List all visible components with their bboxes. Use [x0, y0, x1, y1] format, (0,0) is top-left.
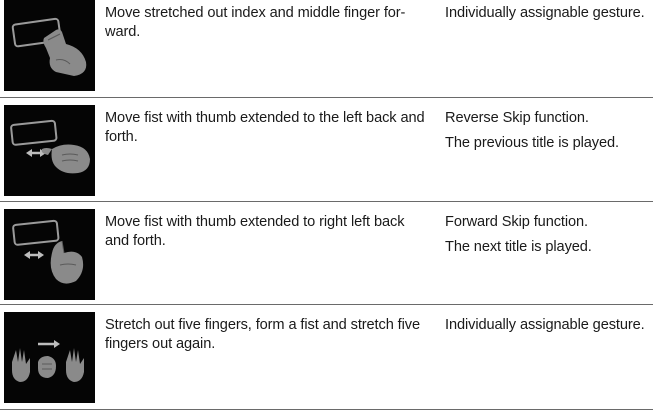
function-line: Individually assignable gesture. — [445, 317, 645, 333]
row-divider — [0, 97, 653, 98]
description-line: Move fist with thumb extended to the lef… — [105, 110, 425, 126]
gesture-description: Move fist with thumb extended to right l… — [105, 213, 433, 251]
function-line: The next title is played. — [445, 239, 592, 255]
table-row: Move fist with thumb extended to the lef… — [0, 105, 653, 199]
row-divider — [0, 201, 653, 202]
function-line: Forward Skip function. — [445, 214, 588, 230]
function-line: Individually assignable gesture. — [445, 5, 645, 21]
row-divider — [0, 409, 653, 410]
gesture-function: Individually assignable gesture. — [445, 4, 653, 29]
gesture-description: Stretch out five fingers, form a fist an… — [105, 316, 433, 354]
five-fingers-fist-gesture-icon — [4, 312, 95, 403]
description-line: forth. — [105, 129, 138, 145]
description-line: Move stretched out index and middle fing… — [105, 5, 406, 21]
index-middle-finger-forward-gesture-icon — [4, 0, 95, 91]
description-line: fingers out again. — [105, 336, 216, 352]
thumb-left-swipe-gesture-icon — [4, 105, 95, 196]
gesture-function: Reverse Skip function. The previous titl… — [445, 109, 653, 159]
description-line: Move fist with thumb extended to right l… — [105, 214, 405, 230]
gesture-description: Move stretched out index and middle fing… — [105, 4, 433, 42]
function-line: Reverse Skip function. — [445, 110, 589, 126]
function-line: The previous title is played. — [445, 135, 619, 151]
thumb-right-swipe-gesture-icon — [4, 209, 95, 300]
description-line: ward. — [105, 24, 141, 40]
gesture-function: Individually assignable gesture. — [445, 316, 653, 341]
row-divider — [0, 304, 653, 305]
description-line: and forth. — [105, 233, 166, 249]
gesture-function: Forward Skip function. The next title is… — [445, 213, 653, 263]
description-line: Stretch out five fingers, form a fist an… — [105, 317, 420, 333]
table-row: Stretch out five fingers, form a fist an… — [0, 312, 653, 406]
gesture-description: Move fist with thumb extended to the lef… — [105, 109, 433, 147]
table-row: Move stretched out index and middle fing… — [0, 0, 653, 94]
table-row: Move fist with thumb extended to right l… — [0, 209, 653, 301]
